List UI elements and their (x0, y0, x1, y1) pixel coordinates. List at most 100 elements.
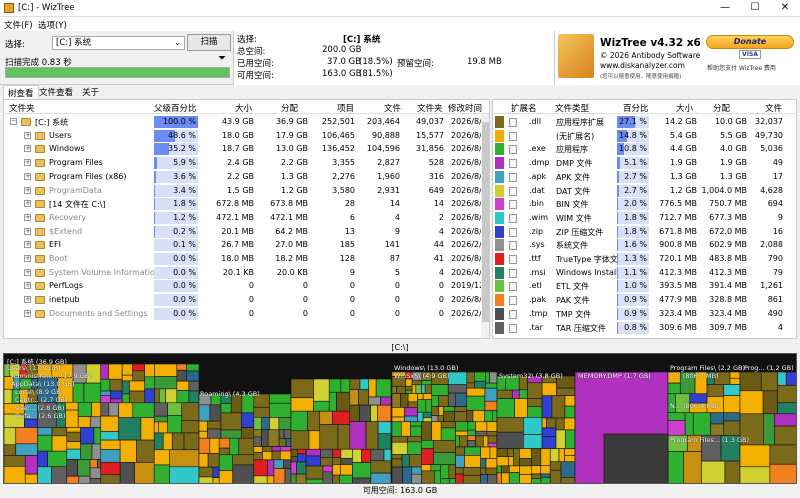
treemap-block[interactable] (198, 466, 214, 478)
treemap-block[interactable] (100, 378, 111, 392)
treemap-block[interactable] (253, 436, 262, 447)
file-type-row[interactable]: .dmp DMP 文件 5.1 % 1.9 GB 1.9 GB 49 (493, 156, 796, 170)
treemap-block[interactable] (176, 363, 187, 371)
treemap-block[interactable] (176, 380, 190, 391)
treemap-block[interactable] (100, 461, 121, 475)
treemap-block[interactable] (229, 437, 240, 456)
treemap-block[interactable] (431, 395, 439, 407)
expand-toggle-icon[interactable]: − (10, 118, 17, 125)
treemap-block[interactable] (368, 378, 377, 398)
treemap-block[interactable] (513, 448, 520, 467)
treemap-block[interactable] (232, 464, 255, 484)
treemap-block[interactable] (97, 459, 102, 469)
expand-toggle-icon[interactable]: + (24, 145, 31, 153)
treemap-block[interactable] (474, 371, 487, 382)
treemap-block[interactable] (176, 390, 190, 404)
treemap-block[interactable] (47, 450, 68, 468)
file-type-row[interactable]: (无扩展名) 14.8 % 5.4 GB 5.5 GB 49,730 (493, 129, 796, 143)
col-parent-pct[interactable]: 父级百分比 (154, 102, 197, 114)
treemap-block[interactable] (541, 436, 557, 449)
treemap-block[interactable] (391, 458, 403, 468)
treemap-block[interactable] (15, 443, 38, 456)
treemap-block[interactable] (438, 406, 444, 416)
treemap-block[interactable] (144, 363, 156, 378)
treemap-block[interactable] (437, 415, 444, 423)
treemap-block[interactable] (273, 468, 286, 484)
expand-toggle-icon[interactable]: + (24, 186, 31, 194)
treemap-block[interactable] (66, 441, 81, 450)
treemap-block[interactable] (119, 462, 135, 484)
treemap-block[interactable] (421, 464, 432, 472)
treemap-block[interactable] (531, 448, 542, 467)
treemap-block[interactable] (337, 424, 351, 450)
donate-button[interactable]: Donate (706, 35, 794, 49)
treemap-block[interactable] (209, 404, 222, 422)
treemap-block[interactable] (352, 448, 362, 463)
treemap-block[interactable] (407, 435, 422, 443)
treemap-block[interactable] (455, 430, 469, 437)
treemap-block[interactable] (410, 421, 422, 427)
treemap-block[interactable] (496, 472, 502, 484)
treemap-block[interactable] (407, 441, 422, 455)
treemap-block[interactable] (455, 473, 464, 484)
treemap-block[interactable] (220, 429, 242, 439)
treemap-block[interactable] (37, 427, 53, 436)
treemap-block[interactable] (560, 477, 576, 484)
treemap-block[interactable] (132, 370, 146, 382)
treemap-block[interactable] (440, 421, 456, 429)
treemap-block[interactable] (551, 395, 566, 419)
treemap-block[interactable] (667, 420, 686, 436)
treemap-block[interactable] (455, 392, 468, 407)
treemap-block[interactable] (540, 465, 551, 475)
treemap-block[interactable] (739, 390, 764, 415)
expand-toggle-icon[interactable]: + (24, 200, 31, 208)
treemap-block[interactable] (77, 416, 91, 428)
treemap-block[interactable] (391, 435, 409, 443)
treemap-block[interactable] (401, 454, 410, 468)
treemap-block[interactable] (541, 395, 553, 419)
treemap-block[interactable] (24, 455, 38, 475)
scan-button[interactable]: 扫描 (187, 34, 231, 51)
expand-toggle-icon[interactable]: + (24, 241, 31, 249)
treemap-block[interactable] (267, 459, 275, 477)
treemap-block[interactable] (66, 475, 80, 484)
treemap-block[interactable] (198, 453, 209, 468)
treemap-block[interactable] (269, 417, 280, 431)
treemap-block[interactable] (723, 420, 741, 436)
treemap-block[interactable] (484, 387, 498, 402)
treemap-block[interactable] (51, 435, 68, 452)
treemap-block[interactable] (546, 417, 557, 429)
treemap-block[interactable] (464, 455, 482, 468)
tree-row[interactable]: + Users 48.6 % 18.0 GB 17.9 GB 106,465 90,888 1… (4, 129, 489, 143)
treemap-block[interactable] (455, 446, 465, 456)
treemap-block[interactable] (349, 378, 361, 390)
treemap-block[interactable] (549, 448, 560, 463)
treemap-block[interactable] (290, 456, 298, 463)
treemap-block[interactable] (777, 384, 797, 404)
treemap-block[interactable] (411, 473, 422, 484)
treemap-block[interactable] (496, 389, 513, 399)
tree-row[interactable]: + Boot 0.0 % 18.0 MB 18.2 MB 128 87 41 2026/8/ (4, 252, 489, 266)
treemap-block[interactable] (405, 385, 413, 391)
tree-row[interactable]: + System Volume Information 0.0 % 20.1 KB 20… (4, 266, 489, 280)
treemap-block[interactable] (100, 431, 119, 441)
treemap-block[interactable] (785, 371, 797, 386)
treemap-block[interactable] (209, 437, 220, 454)
treemap-block[interactable] (278, 429, 285, 439)
treemap-block[interactable] (443, 410, 455, 423)
treemap-block[interactable] (404, 407, 418, 417)
treemap-block[interactable] (320, 448, 333, 458)
treemap-block[interactable] (723, 384, 741, 396)
treemap-block[interactable] (391, 407, 405, 418)
treemap-block[interactable] (377, 404, 392, 422)
treemap-block[interactable] (290, 430, 310, 450)
treemap-block[interactable] (91, 443, 102, 460)
tab-about[interactable]: 关于 (78, 85, 103, 99)
treemap-block[interactable] (667, 412, 686, 421)
treemap-block[interactable] (484, 410, 493, 423)
treemap-block[interactable] (472, 410, 485, 423)
treemap-block[interactable] (564, 455, 576, 463)
treemap-block[interactable] (474, 380, 487, 389)
treemap-block[interactable] (358, 389, 370, 406)
treemap-block[interactable] (777, 402, 797, 415)
